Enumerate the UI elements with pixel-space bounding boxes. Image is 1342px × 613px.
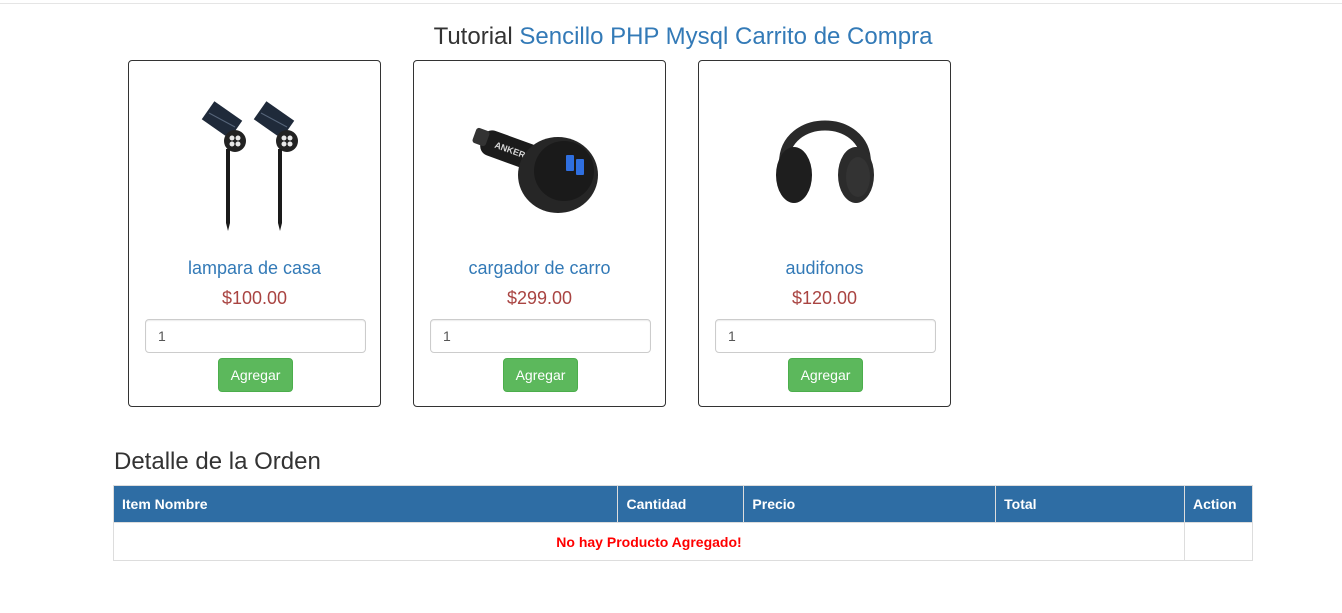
product-name: audifonos bbox=[785, 258, 864, 278]
table-row: No hay Producto Agregado! bbox=[113, 522, 1253, 561]
headphones-icon bbox=[699, 79, 950, 259]
column-header-price: Precio bbox=[743, 485, 997, 523]
product-name: cargador de carro bbox=[468, 258, 611, 278]
page-title-accent: Sencillo PHP Mysql Carrito de Compra bbox=[519, 23, 933, 50]
car-charger-icon: ANKER bbox=[414, 79, 665, 259]
order-table: Item Nombre Cantidad Precio Total Action… bbox=[112, 485, 1253, 561]
top-divider bbox=[0, 3, 1342, 4]
quantity-input[interactable] bbox=[715, 319, 936, 353]
product-card-audifonos: audifonos $120.00 Agregar bbox=[698, 60, 951, 407]
column-header-total: Total bbox=[995, 485, 1185, 523]
solar-lamp-icon bbox=[129, 79, 380, 259]
add-to-cart-button[interactable]: Agregar bbox=[218, 358, 293, 392]
product-name: lampara de casa bbox=[187, 258, 322, 278]
add-to-cart-button[interactable]: Agregar bbox=[503, 358, 578, 392]
product-price: $299.00 bbox=[506, 288, 573, 308]
column-header-quantity: Cantidad bbox=[617, 485, 745, 523]
product-price: $120.00 bbox=[791, 288, 858, 308]
column-header-action: Action bbox=[1184, 485, 1253, 523]
order-heading: Detalle de la Orden bbox=[114, 448, 321, 475]
page-title: Tutorial Sencillo PHP Mysql Carrito de C… bbox=[0, 22, 1342, 52]
product-card-lampara: lampara de casa $100.00 Agregar bbox=[128, 60, 381, 407]
quantity-input[interactable] bbox=[145, 319, 366, 353]
add-to-cart-button[interactable]: Agregar bbox=[788, 358, 863, 392]
empty-action-cell bbox=[1184, 522, 1253, 561]
page-title-prefix: Tutorial bbox=[433, 23, 513, 50]
table-header-row: Item Nombre Cantidad Precio Total Action bbox=[112, 485, 1253, 523]
quantity-input[interactable] bbox=[430, 319, 651, 353]
product-card-cargador: ANKER cargador de carro $299.00 Agregar bbox=[413, 60, 666, 407]
empty-cart-message: No hay Producto Agregado! bbox=[113, 522, 1185, 561]
column-header-item-name: Item Nombre bbox=[112, 485, 619, 523]
product-price: $100.00 bbox=[221, 288, 288, 308]
